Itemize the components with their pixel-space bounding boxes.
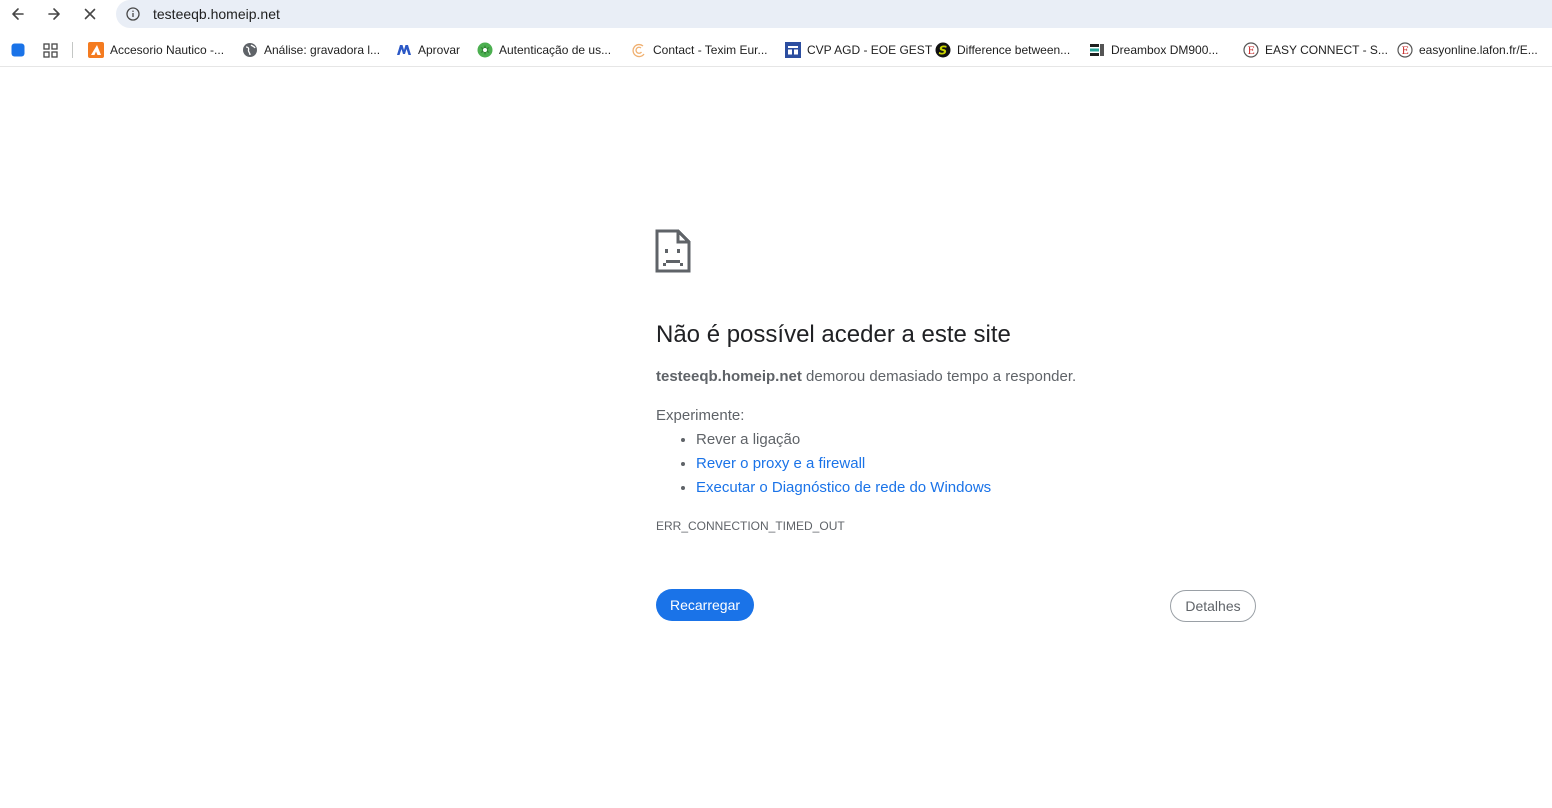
error-message: testeeqb.homeip.net demorou demasiado te… xyxy=(656,367,1076,387)
apps-grid-button[interactable] xyxy=(42,42,58,58)
url-text[interactable]: testeeqb.homeip.net xyxy=(153,5,280,23)
bookmark-item[interactable]: Contact - Texim Eur... xyxy=(631,40,768,60)
address-bar[interactable]: testeeqb.homeip.net xyxy=(116,0,1552,28)
forward-button[interactable] xyxy=(42,2,66,26)
bookmarks-bar: Accesorio Nautico -... Análise: gravador… xyxy=(0,34,1552,67)
s-logo-icon: S xyxy=(935,42,951,58)
bookmark-item[interactable]: Accesorio Nautico -... xyxy=(88,40,224,60)
blue-square-icon xyxy=(11,43,25,57)
apps-grid-icon xyxy=(42,42,58,58)
suggestions-heading: Experimente: xyxy=(656,407,745,424)
e-circle-icon: E xyxy=(1243,42,1259,58)
bookmark-item[interactable]: CVP AGD - EOE GEST xyxy=(785,40,932,60)
orange-triangle-icon xyxy=(88,42,104,58)
bookmark-item[interactable]: Análise: gravadora l... xyxy=(242,40,380,60)
browser-toolbar: testeeqb.homeip.net xyxy=(0,0,1552,28)
profile-apps-button[interactable] xyxy=(10,42,26,58)
green-gear-icon xyxy=(477,42,493,58)
reload-button[interactable]: Recarregar xyxy=(656,589,754,621)
error-host: testeeqb.homeip.net xyxy=(656,368,802,385)
error-message-text: demorou demasiado tempo a responder. xyxy=(801,368,1077,385)
arrow-right-icon xyxy=(48,8,60,20)
info-icon xyxy=(126,7,140,21)
bookmark-item[interactable]: S Difference between... xyxy=(935,40,1070,60)
swirl-icon xyxy=(631,42,647,58)
suggestion-network-diagnostics: Executar o Diagnóstico de rede do Window… xyxy=(696,476,991,500)
db-logo-icon xyxy=(1089,42,1105,58)
stop-button[interactable] xyxy=(78,2,102,26)
bookmark-item[interactable]: Aprovar xyxy=(396,40,460,60)
svg-text:E: E xyxy=(1248,46,1255,57)
suggestion-check-connection: Rever a ligação xyxy=(696,428,991,452)
error-code: ERR_CONNECTION_TIMED_OUT xyxy=(656,519,845,533)
m-logo-icon xyxy=(396,42,412,58)
suggestions-list: Rever a ligação Rever o proxy e a firewa… xyxy=(656,428,991,500)
bookmark-item[interactable]: Dreambox DM900... xyxy=(1089,40,1218,60)
close-icon xyxy=(84,8,96,20)
suggestion-proxy-firewall: Rever o proxy e a firewall xyxy=(696,452,991,476)
blue-window-icon xyxy=(785,42,801,58)
svg-text:S: S xyxy=(939,44,948,58)
bookmark-item[interactable]: Autenticação de us... xyxy=(477,40,611,60)
error-title: Não é possível aceder a este site xyxy=(656,321,1011,348)
back-button[interactable] xyxy=(6,2,30,26)
site-info-button[interactable] xyxy=(125,6,141,22)
arrow-left-icon xyxy=(12,8,24,20)
bookmark-item[interactable]: E easyonline.lafon.fr/E... xyxy=(1397,40,1538,60)
e-circle-icon: E xyxy=(1397,42,1413,58)
globe-icon xyxy=(242,42,258,58)
network-diagnostics-link[interactable]: Executar o Diagnóstico de rede do Window… xyxy=(696,479,991,496)
sad-page-icon xyxy=(655,229,691,273)
svg-text:E: E xyxy=(1402,46,1409,57)
bookmark-item[interactable]: E EASY CONNECT - S... xyxy=(1243,40,1388,60)
details-button[interactable]: Detalhes xyxy=(1170,590,1256,622)
bookmarks-separator xyxy=(72,42,73,58)
check-proxy-firewall-link[interactable]: Rever o proxy e a firewall xyxy=(696,455,865,472)
